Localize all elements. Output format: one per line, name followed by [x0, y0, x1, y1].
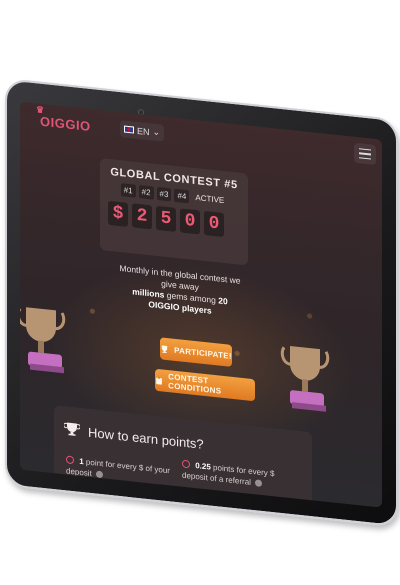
points-rule-item: 0.25 points for every $ deposit of a ref… [182, 459, 302, 494]
prize-digit: 5 [156, 205, 176, 232]
contest-tab-4[interactable]: #4 [174, 188, 190, 204]
contest-tab-1[interactable]: #1 [120, 183, 136, 198]
menu-line [359, 156, 371, 160]
crown-icon: ♛ [36, 104, 45, 116]
target-icon [66, 455, 74, 465]
points-value: 0.25 [195, 460, 211, 472]
tablet-device: ♛ OIGGIO EN ⌄ GLOBAL CONTEST #5 #1 #2 #3… [5, 78, 398, 528]
points-title: How to earn points? [88, 424, 204, 452]
clipboard-icon [156, 376, 162, 385]
app-screen: ♛ OIGGIO EN ⌄ GLOBAL CONTEST #5 #1 #2 #3… [20, 101, 382, 508]
uk-flag-icon [123, 125, 134, 134]
target-icon [182, 459, 190, 469]
trophy-illustration-left [20, 307, 66, 374]
menu-line [359, 147, 371, 151]
prize-digit: 2 [132, 203, 152, 230]
logo-text: OIGGIO [40, 113, 91, 135]
language-selector[interactable]: EN ⌄ [120, 120, 164, 142]
points-value: 1 [79, 456, 84, 467]
chevron-down-icon: ⌄ [152, 126, 161, 138]
participate-label: PARTICIPATE! [174, 345, 232, 361]
info-icon[interactable] [255, 479, 263, 488]
info-icon[interactable] [96, 470, 104, 479]
trophy-icon [64, 422, 80, 436]
contest-tab-active[interactable]: ACTIVE [192, 191, 227, 208]
contest-tab-3[interactable]: #3 [156, 186, 172, 202]
trophy-icon [161, 344, 168, 353]
contest-card: GLOBAL CONTEST #5 #1 #2 #3 #4 ACTIVE $ 2… [100, 157, 248, 266]
menu-line [359, 152, 371, 156]
description-highlight: millions [132, 286, 165, 300]
prize-digit: $ [108, 200, 128, 227]
description-players-count: 20 [218, 295, 228, 307]
hamburger-menu-button[interactable] [354, 142, 376, 165]
contest-tab-2[interactable]: #2 [138, 185, 154, 200]
language-label: EN [136, 125, 150, 137]
prize-digit: 0 [180, 208, 200, 235]
trophy-illustration-right [280, 345, 330, 412]
logo[interactable]: ♛ OIGGIO [36, 104, 91, 135]
prize-digit: 0 [204, 210, 224, 238]
